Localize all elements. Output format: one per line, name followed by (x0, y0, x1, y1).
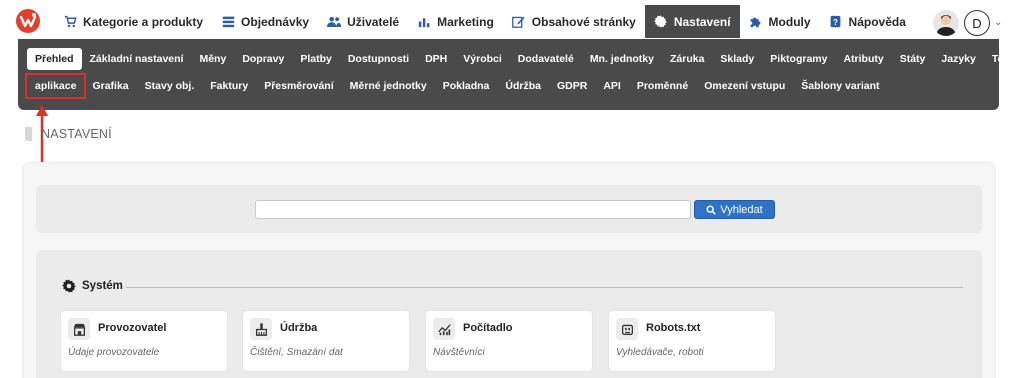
subnav-item-aplikace[interactable]: aplikace (24, 73, 87, 99)
subnav-item-prehled[interactable]: Přehled (27, 48, 82, 70)
robot-icon (616, 318, 638, 340)
subnav-item-api[interactable]: API (595, 75, 629, 97)
subnav-item-sablony-variant[interactable]: Šablony variant (793, 75, 887, 97)
list-icon (221, 15, 235, 29)
tile-title: Provozovatel (98, 322, 167, 334)
nav-item-label: Nastavení (673, 14, 731, 29)
nav-item-orders[interactable]: Objednávky (212, 5, 318, 38)
scrollbar[interactable] (1019, 0, 1024, 160)
tile-udrzba[interactable]: Údržba Čištění, Smazání dat (242, 310, 410, 372)
nav-item-modules[interactable]: Moduly (740, 5, 820, 38)
subnav-item-zakladni-nastaveni[interactable]: Základní nastavení (82, 48, 192, 70)
subnav-item-dodavatele[interactable]: Dodavatelé (510, 48, 582, 70)
subnav-item-piktogramy[interactable]: Piktogramy (762, 48, 835, 70)
search-button-label: Vyhledat (720, 203, 763, 216)
subnav-item-stavy-obj[interactable]: Stavy obj. (137, 75, 203, 97)
nav-item-label: Moduly (768, 14, 811, 29)
nav-item-label: Obsahové stránky (531, 14, 636, 29)
nav-item-label: Kategorie a produkty (83, 14, 204, 29)
tile-description: Návštěvníci (433, 347, 485, 358)
brand-logo[interactable] (16, 9, 40, 33)
brush-icon (250, 318, 272, 340)
tile-description: Vyhledávače, roboti (616, 347, 704, 358)
tile-title: Robots.txt (646, 322, 701, 334)
subnav-item-vyrobci[interactable]: Výrobci (455, 48, 510, 70)
stats-icon (433, 318, 455, 340)
bar-chart-icon (417, 15, 431, 29)
subnav-item-meny[interactable]: Měny (191, 48, 234, 70)
search-button[interactable]: Vyhledat (694, 200, 775, 219)
nav-item-users[interactable]: Uživatelé (318, 5, 408, 38)
subnav-item-grafika[interactable]: Grafika (84, 75, 136, 97)
store-icon (68, 318, 90, 340)
subnav-item-dph[interactable]: DPH (417, 48, 455, 70)
subnav-row-1: Přehled Základní nastavení Měny Dopravy Plat… (27, 48, 1024, 70)
users-icon (327, 15, 342, 29)
nav-item-content-pages[interactable]: Obsahové stránky (503, 5, 645, 38)
subnav-item-promenne[interactable]: Proměnné (629, 75, 696, 97)
subnav-item-pokladna[interactable]: Pokladna (435, 75, 498, 97)
tile-title: Počítadlo (463, 322, 513, 334)
nav-item-catalog[interactable]: Kategorie a produkty (54, 5, 212, 38)
system-heading: Systém (62, 279, 123, 293)
nav-item-settings[interactable]: Nastavení (644, 5, 740, 38)
search-input[interactable] (255, 200, 691, 219)
tile-title: Údržba (280, 322, 318, 334)
subnav-item-sklady[interactable]: Sklady (712, 48, 762, 70)
gear-icon (62, 279, 76, 293)
subnav-item-presmerovani[interactable]: Přesměrování (256, 75, 341, 97)
edit-icon (512, 15, 526, 29)
tile-description: Údaje provozovatele (68, 347, 160, 358)
subnav-item-zaruka[interactable]: Záruka (662, 48, 712, 70)
bookmark-icon: ? (829, 15, 843, 29)
search-icon (706, 205, 716, 215)
subnav-item-faktury[interactable]: Faktury (202, 75, 256, 97)
tile-provozovatel[interactable]: Provozovatel Údaje provozovatele (60, 310, 228, 372)
subnav-item-jazyky[interactable]: Jazyky (933, 48, 983, 70)
subnav-item-merne-jednotky[interactable]: Měrné jednotky (342, 75, 435, 97)
subnav-row-2: aplikace Grafika Stavy obj. Faktury Přesměro… (24, 73, 888, 99)
tile-description: Čištění, Smazání dat (250, 347, 343, 358)
chevron-down-icon[interactable]: ⌄ (994, 17, 1002, 28)
subnav-item-omezeni-vstupu[interactable]: Omezení vstupu (696, 75, 793, 97)
subnav-item-atributy[interactable]: Atributy (835, 48, 891, 70)
nav-item-help[interactable]: ? Nápověda (820, 5, 915, 38)
system-heading-label: Systém (82, 280, 123, 292)
page-title: NASTAVENÍ (41, 127, 112, 141)
subnav-item-dostupnosti[interactable]: Dostupnosti (340, 48, 417, 70)
nav-item-label: Uživatelé (347, 14, 400, 29)
subnav-item-platby[interactable]: Platby (292, 48, 340, 70)
avatar[interactable] (933, 10, 959, 36)
divider (126, 287, 963, 288)
subnav-item-udrzba[interactable]: Údržba (497, 75, 549, 97)
subnav-item-mn-jednotky[interactable]: Mn. jednotky (582, 48, 662, 70)
nav-item-marketing[interactable]: Marketing (408, 5, 503, 38)
subnav-item-gdpr[interactable]: GDPR (549, 75, 595, 97)
cart-icon (63, 15, 77, 29)
subnav-item-texty[interactable]: Texty (984, 48, 1024, 70)
main-nav: Kategorie a produkty Objednávky Uživatel… (54, 5, 915, 38)
subnav-item-staty[interactable]: Státy (892, 48, 934, 70)
nav-item-label: Nápověda (848, 14, 906, 29)
svg-text:?: ? (833, 18, 838, 27)
subnav-item-dopravy[interactable]: Dopravy (234, 48, 292, 70)
tile-pocitadlo[interactable]: Počítadlo Návštěvníci (425, 310, 593, 372)
tile-robots[interactable]: Robots.txt Vyhledávače, roboti (608, 310, 776, 372)
settings-subnav: Přehled Základní nastavení Měny Dopravy Plat… (18, 39, 1019, 110)
gear-icon (654, 15, 668, 29)
nav-item-label: Objednávky (241, 14, 310, 29)
user-initial-badge[interactable]: D (964, 10, 990, 36)
heading-accent-bar (25, 127, 32, 141)
top-bar: Kategorie a produkty Objednávky Uživatel… (0, 0, 1024, 40)
page-header: NASTAVENÍ (25, 127, 112, 141)
nav-item-label: Marketing (437, 14, 494, 29)
puzzle-icon (749, 15, 763, 29)
